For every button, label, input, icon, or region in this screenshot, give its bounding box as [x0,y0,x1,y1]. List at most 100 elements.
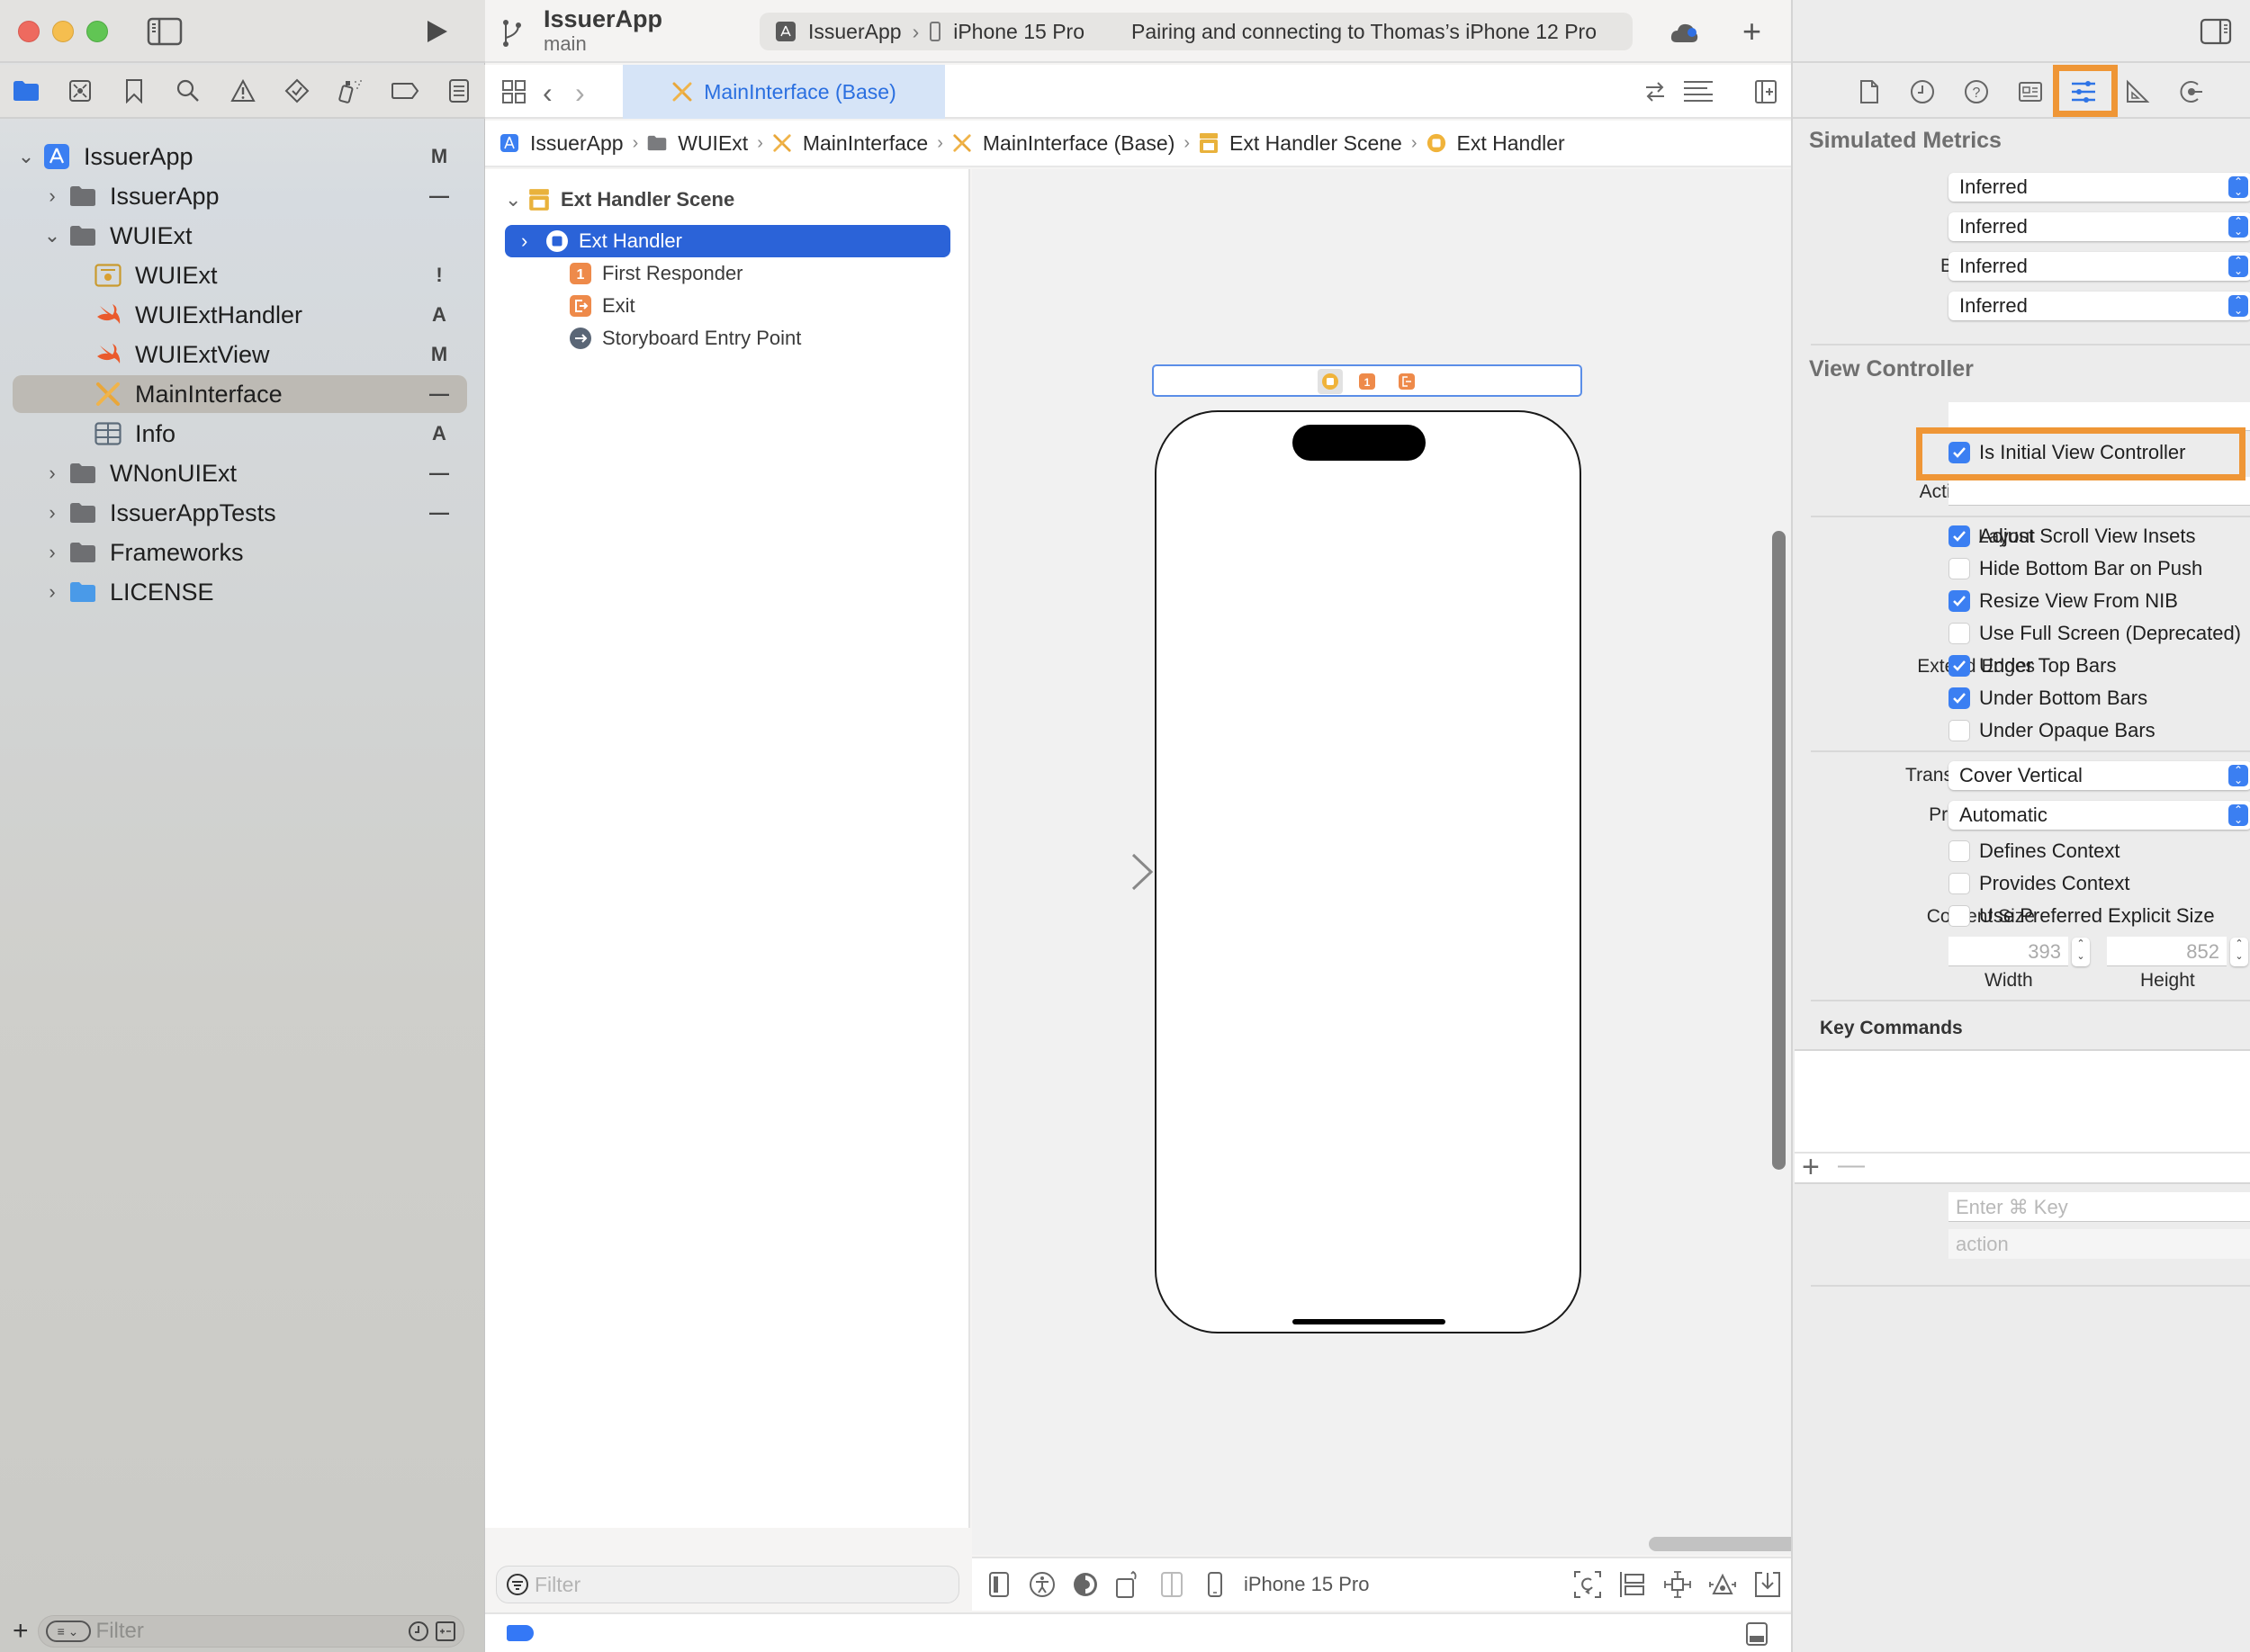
exit-icon[interactable] [1399,373,1415,390]
dock-view-controller[interactable] [1318,369,1343,394]
connections-inspector-tab[interactable] [2176,76,2207,107]
key-field[interactable]: Enter ⌘ Key [1948,1192,2250,1222]
tree-item-wnonuiext-folder[interactable]: › WNonUIExt — [0,453,485,493]
hide-bottom-bar-on-push-checkbox[interactable]: Hide Bottom Bar on Push [1948,555,2202,582]
filter-options-icon[interactable]: ≡ ⌄ [45,1621,91,1642]
width-stepper[interactable]: ⌃ ⌄ [2072,938,2090,966]
tree-item-issuerapp-folder[interactable]: › IssuerApp — [0,176,485,216]
toggle-inspector-icon[interactable] [2200,18,2232,45]
recent-files-icon[interactable] [408,1621,429,1642]
jumpbar-item[interactable]: Ext Handler [1457,131,1565,156]
orientation-icon[interactable] [1114,1568,1143,1601]
presentation-popup[interactable]: Automatic ⌃ ⌄ [1948,801,2250,830]
editor-options-icon[interactable] [1682,79,1714,104]
tree-item-wuiext-folder[interactable]: ⌄ WUIExt [0,216,485,256]
jumpbar-item[interactable]: WUIExt [678,131,748,156]
tab-maininterface-base[interactable]: MainInterface (Base) [623,65,945,119]
find-navigator-tab[interactable] [173,76,203,106]
project-title[interactable]: IssuerApp [544,5,662,33]
outline-item-storyboard-entry-point[interactable]: Storyboard Entry Point [568,322,801,355]
tree-item-license-folder[interactable]: › LICENSE [0,572,485,612]
provides-context-checkbox[interactable]: Provides Context [1948,870,2130,897]
tree-item-wuiext-entitlements[interactable]: WUIExt ! [0,256,485,295]
breakpoints-toggle-button[interactable] [507,1625,534,1641]
chevron-right-icon[interactable]: › [43,501,61,525]
navigator-filter-field[interactable]: ≡ ⌄ Filter [37,1615,464,1648]
tree-item-wuiexthandler[interactable]: WUIExtHandler A [0,295,485,335]
add-constraints-icon[interactable] [1663,1570,1692,1599]
identity-inspector-tab[interactable] [2015,76,2046,107]
size-inspector-tab[interactable] [2122,76,2153,107]
resize-view-from-nib-checkbox[interactable]: Resize View From NIB [1948,588,2178,615]
quick-help-tab[interactable]: ? [1961,76,1992,107]
embed-in-icon[interactable] [1753,1570,1782,1599]
tree-item-maininterface[interactable]: MainInterface — [0,374,485,414]
resolve-issues-icon[interactable] [1708,1570,1737,1599]
jumpbar-item[interactable]: MainInterface [803,131,928,156]
forward-button[interactable]: › [575,76,585,110]
test-navigator-tab[interactable] [282,76,312,106]
chevron-right-icon[interactable]: › [43,462,61,485]
outline-item-first-responder[interactable]: 1 First Responder [568,257,743,290]
storyboard-entry-arrow[interactable] [1043,844,1155,900]
add-editor-icon[interactable] [1754,79,1778,104]
scheme-selector[interactable]: IssuerApp [808,20,902,44]
align-icon[interactable] [1618,1570,1647,1599]
add-file-button[interactable]: + [13,1616,29,1647]
content-width-field[interactable]: 393 [1948,937,2068,966]
scm-filter-icon[interactable] [435,1621,456,1642]
minimize-window-button[interactable] [52,21,74,42]
chevron-right-icon[interactable]: › [521,229,544,253]
accessibility-icon[interactable] [1028,1568,1057,1601]
height-stepper[interactable]: ⌃ ⌄ [2230,938,2248,966]
update-frames-icon[interactable] [1573,1570,1602,1599]
use-full-screen-checkbox[interactable]: Use Full Screen (Deprecated) [1948,620,2241,647]
under-opaque-bars-checkbox[interactable]: Under Opaque Bars [1948,717,2156,744]
adjust-scroll-view-insets-checkbox[interactable]: Adjust Scroll View Insets [1948,523,2195,550]
under-bottom-bars-checkbox[interactable]: Under Bottom Bars [1948,685,2147,712]
report-navigator-tab[interactable] [444,76,474,106]
first-responder-icon[interactable]: 1 [1359,373,1375,390]
cloud-status-icon[interactable] [1670,21,1700,44]
file-inspector-tab[interactable] [1854,76,1885,107]
top-bar-popup[interactable]: Inferred ⌃ ⌄ [1948,212,2250,241]
canvas-vertical-scrollbar[interactable] [1772,531,1786,1170]
split-view-icon[interactable] [1157,1568,1186,1601]
tree-item-wuiextview[interactable]: WUIExtView M [0,335,485,374]
under-top-bars-checkbox[interactable]: Under Top Bars [1948,652,2116,679]
jumpbar-item[interactable]: IssuerApp [530,131,624,156]
destination-selector[interactable]: iPhone 15 Pro [953,20,1084,44]
debug-navigator-tab[interactable] [336,76,366,106]
outline-scene[interactable]: ⌄ Ext Handler Scene [505,184,734,216]
selector-field[interactable]: action [1948,1229,2250,1259]
iphone-scene-frame[interactable] [1155,410,1581,1333]
back-button[interactable]: ‹ [543,76,553,110]
tree-item-frameworks-folder[interactable]: › Frameworks [0,533,485,572]
appearance-icon[interactable] [1071,1568,1100,1601]
device-configuration-icon[interactable] [985,1568,1013,1601]
canvas-device-label[interactable]: iPhone 15 Pro [1244,1573,1369,1596]
outline-item-ext-handler[interactable]: › Ext Handler [521,225,682,257]
size-popup[interactable]: Inferred ⌃ ⌄ [1948,173,2250,202]
run-button[interactable] [423,18,450,45]
defines-context-checkbox[interactable]: Defines Context [1948,838,2120,865]
project-navigator-tab[interactable] [11,76,41,106]
chevron-down-icon[interactable]: ⌄ [43,224,61,247]
chevron-down-icon[interactable]: ⌄ [17,145,35,168]
use-preferred-explicit-size-checkbox[interactable]: Use Preferred Explicit Size [1948,902,2215,929]
zoom-window-button[interactable] [86,21,108,42]
tree-item-issuerapptests-folder[interactable]: › IssuerAppTests — [0,493,485,533]
close-window-button[interactable] [18,21,40,42]
outline-item-exit[interactable]: Exit [568,290,635,322]
jumpbar-item[interactable]: Ext Handler Scene [1229,131,1402,156]
show-debug-area-icon[interactable] [1745,1621,1768,1647]
tree-item-info[interactable]: Info A [0,414,485,453]
outline-filter-field[interactable]: Filter [496,1566,959,1603]
jumpbar-item[interactable]: MainInterface (Base) [983,131,1174,156]
transition-style-popup[interactable]: Cover Vertical ⌃ ⌄ [1948,761,2250,790]
content-height-field[interactable]: 852 [2107,937,2227,966]
chevron-right-icon[interactable]: › [43,541,61,564]
breakpoint-navigator-tab[interactable] [390,76,420,106]
add-library-button[interactable]: + [1742,13,1761,50]
tree-item-issuerapp-project[interactable]: ⌄ IssuerApp M [0,137,485,176]
